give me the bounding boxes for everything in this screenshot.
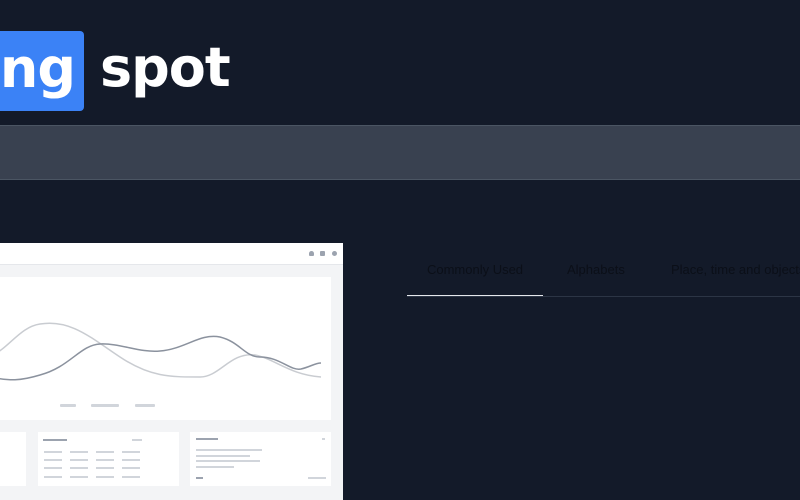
preview-topbar xyxy=(0,243,343,265)
preview-line-light xyxy=(0,322,322,378)
legend-item xyxy=(135,404,155,407)
preview-line-chart xyxy=(0,322,322,381)
dashboard-preview-image xyxy=(0,243,343,500)
preview-notes-card xyxy=(190,432,331,486)
tab-commonly-used[interactable]: Commonly Used xyxy=(407,243,543,297)
bell-icon xyxy=(309,251,314,256)
grid-icon xyxy=(320,251,325,256)
preview-table-card xyxy=(38,432,179,486)
legend-item xyxy=(60,404,76,407)
tabs-divider xyxy=(407,296,800,297)
legend-item xyxy=(91,404,119,407)
preview-line-dark xyxy=(0,335,322,381)
tab-alphabets[interactable]: Alphabets xyxy=(567,243,625,297)
tab-place-time-objects[interactable]: Place, time and objects xyxy=(671,243,800,297)
logo-badge[interactable]: ing xyxy=(0,31,84,111)
navigation-bar xyxy=(0,125,800,180)
logo-badge-text: ing xyxy=(0,37,76,100)
symbol-category-tabs: Commonly Used Alphabets Place, time and … xyxy=(407,243,800,297)
page: ing spot xyxy=(0,0,800,500)
preview-card xyxy=(0,432,26,486)
logo-wordmark[interactable]: spot xyxy=(100,36,231,100)
preview-chart-card xyxy=(0,277,331,420)
user-icon xyxy=(332,251,337,256)
